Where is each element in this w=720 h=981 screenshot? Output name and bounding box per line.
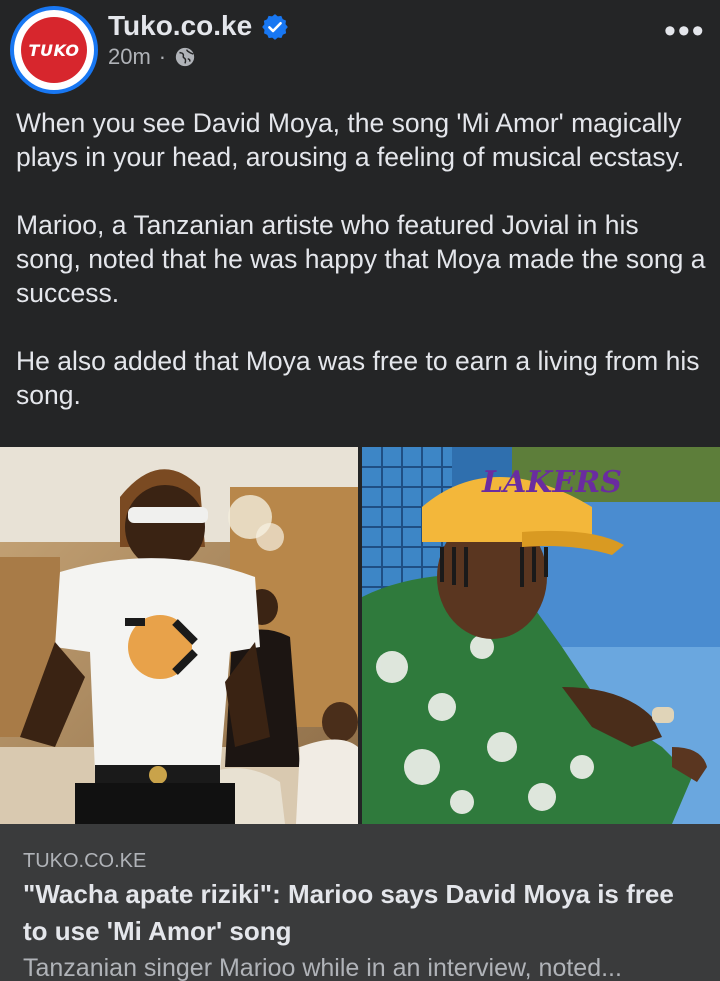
post-time[interactable]: 20m <box>108 44 151 70</box>
page-avatar[interactable]: TUKO <box>10 6 98 94</box>
post-image-collage[interactable]: LAKERS <box>0 447 720 824</box>
post-paragraph: He also added that Moya was free to earn… <box>16 346 700 410</box>
avatar-ring: TUKO <box>14 10 94 90</box>
more-options-icon[interactable]: ••• <box>664 14 706 48</box>
link-description: Tanzanian singer Marioo while in an inte… <box>23 954 622 981</box>
post-meta: 20m · <box>108 44 196 70</box>
post-header: TUKO Tuko.co.ke 20m · ••• <box>0 0 720 100</box>
link-headline[interactable]: "Wacha apate riziki": Marioo says David … <box>23 876 703 950</box>
page-name[interactable]: Tuko.co.ke <box>108 10 252 42</box>
globe-icon <box>175 47 195 67</box>
cap-text: LAKERS <box>481 465 622 500</box>
post-paragraph: When you see David Moya, the song 'Mi Am… <box>16 108 685 172</box>
verified-badge-icon <box>262 14 288 40</box>
photo-david-moya-illustration <box>0 447 358 824</box>
post-paragraph: Marioo, a Tanzanian artiste who featured… <box>16 210 706 308</box>
tuko-logo: TUKO <box>21 17 87 83</box>
link-domain: TUKO.CO.KE <box>23 850 147 872</box>
photo-marioo-illustration: LAKERS <box>362 447 720 824</box>
post-text: When you see David Moya, the song 'Mi Am… <box>16 106 706 446</box>
link-preview-card[interactable]: TUKO.CO.KE "Wacha apate riziki": Marioo … <box>0 824 720 981</box>
meta-separator: · <box>158 44 167 69</box>
photo-marioo[interactable]: LAKERS <box>362 447 720 824</box>
photo-david-moya[interactable] <box>0 447 358 824</box>
